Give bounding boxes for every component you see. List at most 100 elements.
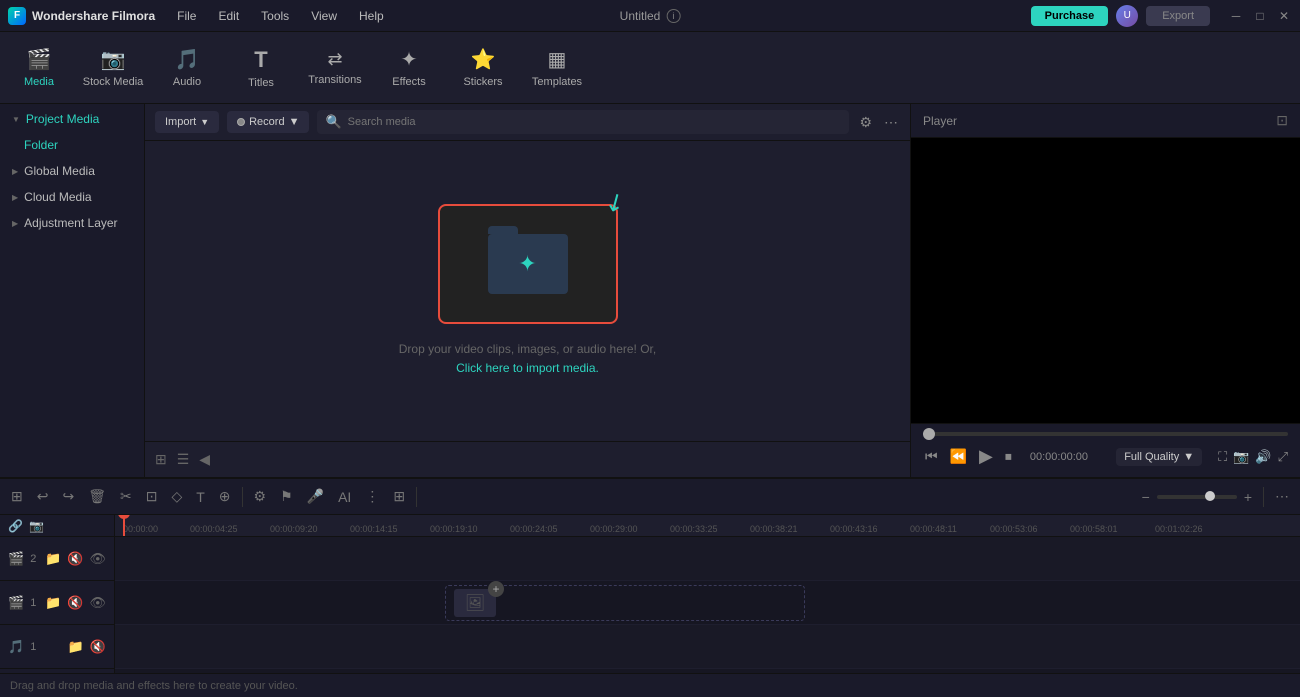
toolbar-templates[interactable]: ▦ Templates <box>522 38 592 98</box>
screenshot-button[interactable]: 📷 <box>1233 449 1249 465</box>
menu-file[interactable]: File <box>167 5 206 27</box>
track-audio1-folder-icon[interactable]: 📁 <box>68 639 84 655</box>
media-drop-slot[interactable]: 🖼 + <box>445 585 805 621</box>
track-video1-eye-icon[interactable]: 👁 <box>89 595 106 611</box>
track-video1-mute-icon[interactable]: 🔇 <box>67 595 83 611</box>
player-canvas <box>911 138 1300 423</box>
timeline-tool-delete[interactable]: 🗑 <box>85 485 109 508</box>
panel-item-folder[interactable]: Folder <box>0 132 144 158</box>
add-media-icon[interactable]: + <box>488 581 504 597</box>
track-audio1-label: 1 <box>30 641 36 653</box>
menu-edit[interactable]: Edit <box>208 5 249 27</box>
ruler-mark-7: 00:00:33:25 <box>670 532 718 534</box>
minimize-button[interactable]: ─ <box>1228 8 1244 24</box>
zoom-in-button[interactable]: + <box>1241 486 1255 508</box>
filter-button[interactable]: ⚙ <box>857 112 874 133</box>
track-audio1-mute-icon[interactable]: 🔇 <box>90 639 106 655</box>
timeline-more[interactable]: ⋯ <box>1272 485 1292 508</box>
player-controls: ⏮ ⏪ ▶ ⏹ 00:00:00:00 Full Quality ▼ ⛶ 📷 🔊… <box>911 423 1300 477</box>
track-row-video2 <box>115 537 1300 581</box>
toolbar-transitions[interactable]: ⇄ Transitions <box>300 38 370 98</box>
player-right-buttons: ⛶ 📷 🔊 ⤢ <box>1218 449 1288 465</box>
info-icon[interactable]: i <box>666 9 680 23</box>
toolbar-media[interactable]: 🎬 Media <box>4 38 74 98</box>
zoom-out-button[interactable]: − <box>1139 486 1153 508</box>
toolbar-stock-media[interactable]: 📷 Stock Media <box>78 38 148 98</box>
menu-help[interactable]: Help <box>349 5 394 27</box>
timeline-tool-undo[interactable]: ↩ <box>34 485 52 508</box>
list-view-icon[interactable]: ☰ <box>177 451 190 468</box>
maximize-button[interactable]: □ <box>1252 8 1268 24</box>
main-content: ▼ Project Media Folder ▶ Global Media ▶ … <box>0 104 1300 477</box>
track-video2-eye-icon[interactable]: 👁 <box>89 551 106 567</box>
frame-back-button[interactable]: ⏪ <box>948 446 969 467</box>
panel-item-adjustment-layer[interactable]: ▶ Adjustment Layer <box>0 210 144 236</box>
timeline-tool-crop[interactable]: ⊡ <box>143 485 161 508</box>
volume-button[interactable]: 🔊 <box>1255 449 1271 465</box>
panel-item-global-media[interactable]: ▶ Global Media <box>0 158 144 184</box>
menu-tools[interactable]: Tools <box>251 5 299 27</box>
close-button[interactable]: ✕ <box>1276 8 1292 24</box>
more-button[interactable]: ⋯ <box>882 112 900 133</box>
timeline-snap[interactable]: ⚙ <box>251 485 270 508</box>
play-button[interactable]: ▶ <box>977 444 995 469</box>
project-title: Untitled <box>620 9 661 23</box>
timeline-marker[interactable]: ⚑ <box>277 485 296 508</box>
fit-button[interactable]: ⤢ <box>1278 449 1288 465</box>
pip-button[interactable]: ⊡ <box>1276 112 1288 129</box>
search-bar: 🔍 <box>317 110 849 134</box>
player-progress-bar[interactable] <box>923 432 1288 436</box>
audio-label: Audio <box>173 76 201 88</box>
timeline-insert[interactable]: ⊞ <box>390 485 408 508</box>
media-bottom-bar: ⊞ ☰ ◀ <box>145 441 910 477</box>
timeline-split[interactable]: ⋮ <box>362 485 382 508</box>
import-link[interactable]: Click here to import media. <box>456 361 599 375</box>
playhead[interactable] <box>123 515 125 536</box>
track-video1-folder-icon[interactable]: 📁 <box>45 595 61 611</box>
player-time: 00:00:00:00 <box>1030 451 1088 463</box>
search-input[interactable] <box>348 116 842 128</box>
toolbar-stickers[interactable]: ⭐ Stickers <box>448 38 518 98</box>
panel-item-project-media[interactable]: ▼ Project Media <box>0 106 144 132</box>
timeline-ai[interactable]: AI <box>335 486 354 508</box>
toolbar-effects[interactable]: ✦ Effects <box>374 38 444 98</box>
timeline-tool-redo[interactable]: ↪ <box>59 485 77 508</box>
media-drop-zone[interactable]: ✦ ↙ Drop your video clips, images, or au… <box>145 141 910 441</box>
timeline-voiceover[interactable]: 🎤 <box>304 485 327 508</box>
transitions-icon: ⇄ <box>327 49 342 70</box>
ruler-mark-4: 00:00:19:10 <box>430 532 478 534</box>
drop-icon-wrap: ✦ ↙ <box>438 204 618 324</box>
track-video2-folder-icon[interactable]: 📁 <box>45 551 61 567</box>
track-link-icon[interactable]: 🔗 <box>8 519 23 533</box>
timeline-tool-transform[interactable]: ⊕ <box>216 485 234 508</box>
import-button[interactable]: Import ▼ <box>155 111 219 133</box>
collapse-panel-icon[interactable]: ◀ <box>199 451 210 468</box>
panel-item-cloud-media[interactable]: ▶ Cloud Media <box>0 184 144 210</box>
avatar[interactable]: U <box>1116 5 1138 27</box>
zoom-controls: − + <box>1139 486 1255 508</box>
track-video2-mute-icon[interactable]: 🔇 <box>67 551 83 567</box>
record-button[interactable]: Record ▼ <box>227 111 309 133</box>
export-button[interactable]: Export <box>1146 6 1210 26</box>
track-header-audio1: 🎵 1 📁 🔇 <box>0 625 114 669</box>
stop-button[interactable]: ⏹ <box>1003 446 1014 467</box>
timeline-tool-mask[interactable]: ◇ <box>168 485 185 508</box>
menu-view[interactable]: View <box>301 5 347 27</box>
step-back-button[interactable]: ⏮ <box>923 446 940 467</box>
toolbar-audio[interactable]: 🎵 Audio <box>152 38 222 98</box>
timeline-ruler[interactable]: 00:00:00 00:00:04:25 00:00:09:20 00:00:1… <box>115 515 1300 537</box>
progress-thumb <box>923 428 935 440</box>
fullscreen-button[interactable]: ⛶ <box>1218 449 1227 465</box>
timeline-tool-cursor[interactable]: ⊞ <box>8 485 26 508</box>
timeline-tracks-area: 🖼 + <box>115 537 1300 673</box>
zoom-slider[interactable] <box>1157 495 1237 499</box>
timeline-tool-text[interactable]: T <box>193 486 208 508</box>
stock-media-icon: 📷 <box>101 47 126 72</box>
ruler-mark-1: 00:00:04:25 <box>190 532 238 534</box>
timeline-divider-1 <box>242 487 243 507</box>
grid-view-icon[interactable]: ⊞ <box>155 451 167 468</box>
purchase-button[interactable]: Purchase <box>1031 6 1109 26</box>
quality-selector[interactable]: Full Quality ▼ <box>1116 448 1202 466</box>
timeline-tool-cut[interactable]: ✂ <box>117 485 135 508</box>
toolbar-titles[interactable]: T Titles <box>226 38 296 98</box>
